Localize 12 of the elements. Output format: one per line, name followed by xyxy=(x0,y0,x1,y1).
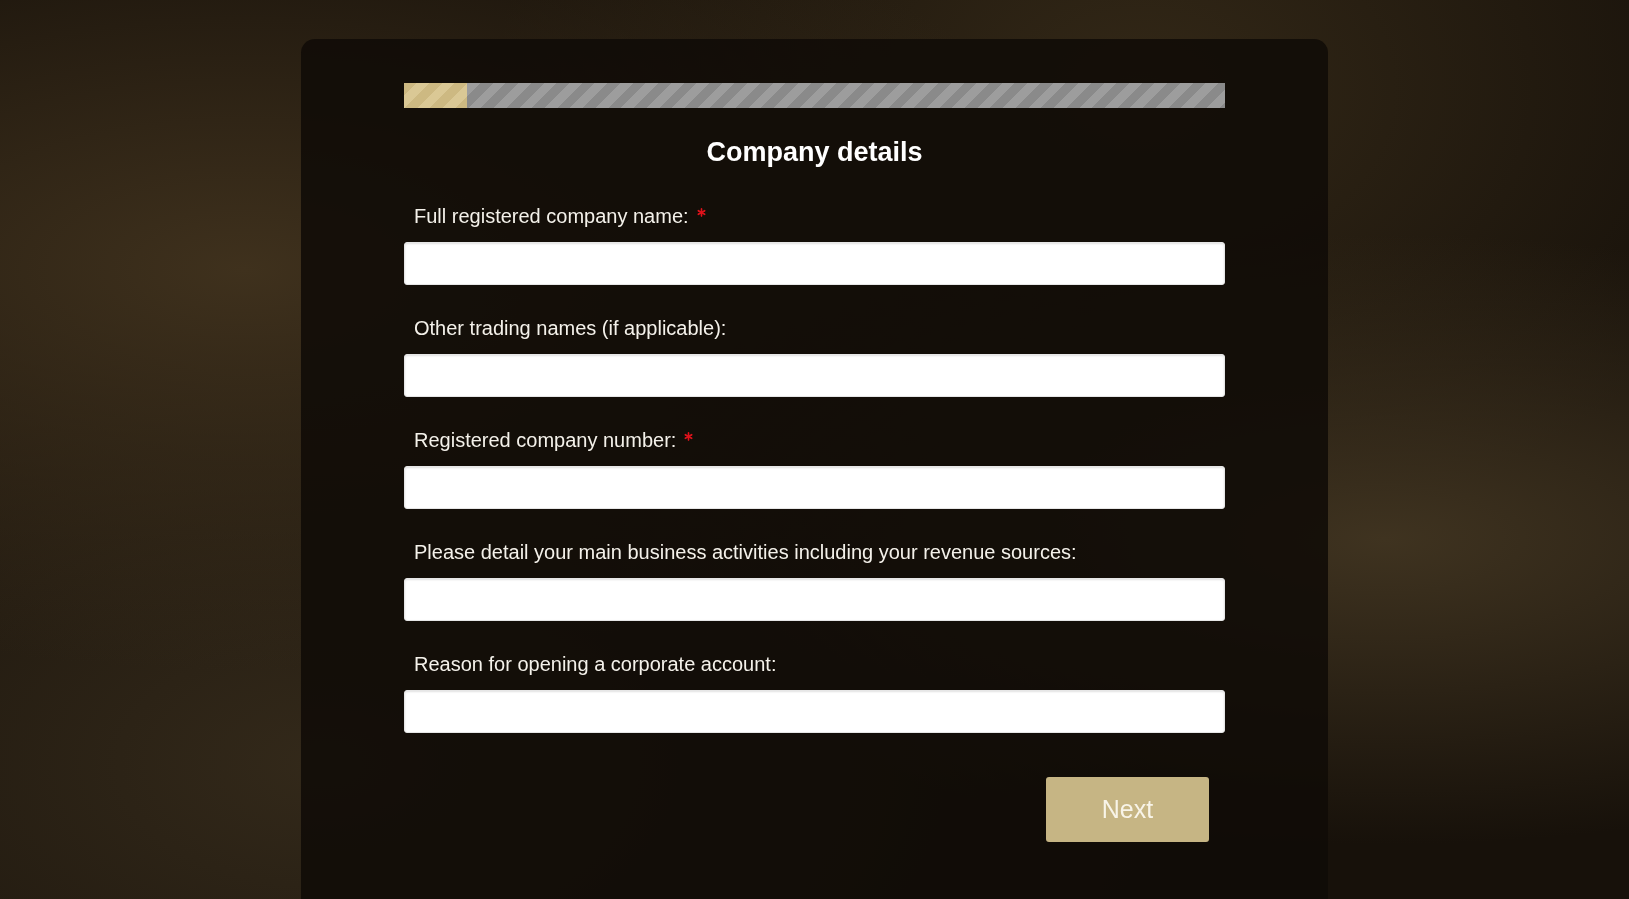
next-button[interactable]: Next xyxy=(1046,777,1209,842)
text-input-field[interactable] xyxy=(404,578,1225,621)
field-label: Please detail your main business activities including your revenue sources: xyxy=(414,540,1077,564)
text-input-field[interactable] xyxy=(404,690,1225,733)
text-input-field[interactable] xyxy=(404,242,1225,285)
text-input-field[interactable] xyxy=(404,354,1225,397)
text-input-field[interactable] xyxy=(404,466,1225,509)
field-label: Registered company number: xyxy=(414,428,677,452)
field-label: Other trading names (if applicable): xyxy=(414,316,727,340)
field-label: Reason for opening a corporate account: xyxy=(414,652,777,676)
field-label: Full registered company name: xyxy=(414,204,689,228)
form-heading: Company details xyxy=(706,136,923,169)
